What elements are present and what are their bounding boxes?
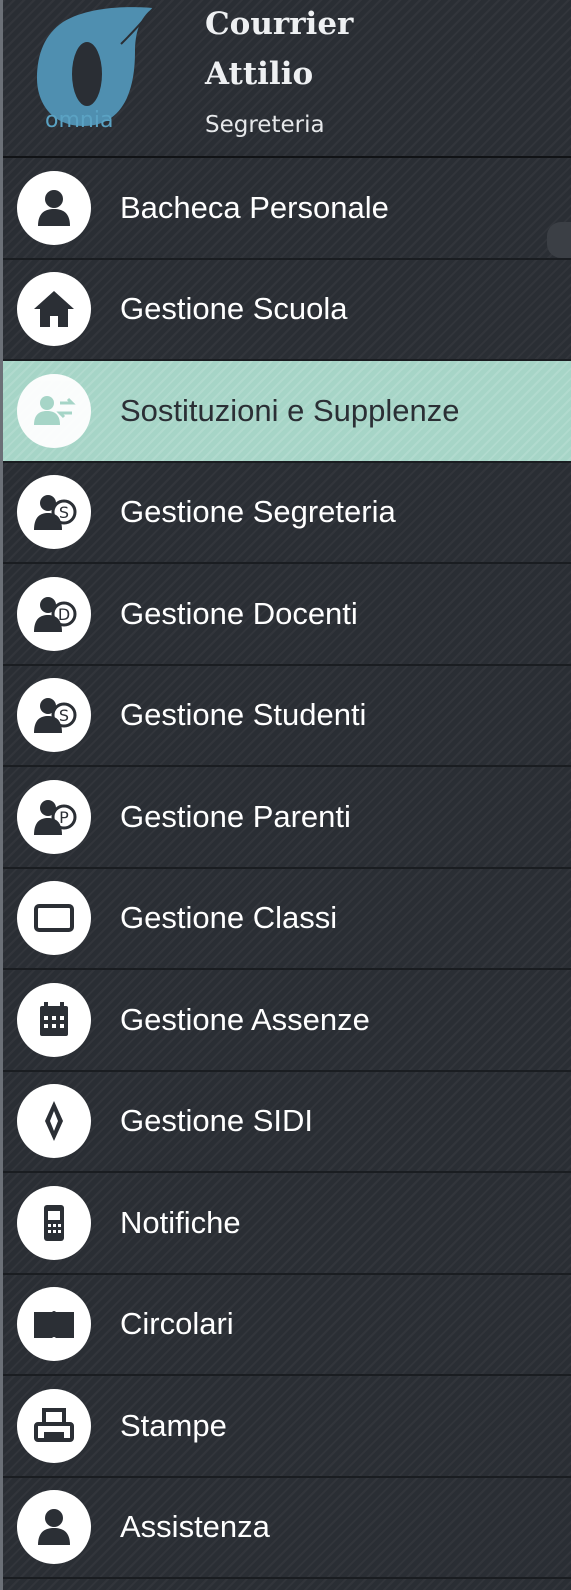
home-icon (17, 272, 91, 347)
menu-label: Gestione SIDI (120, 1103, 313, 1139)
user-last-name: Attilio (205, 56, 314, 92)
menu-item-gestione-segreteria[interactable]: S Gestione Segreteria (3, 463, 571, 564)
printer-icon (17, 1388, 91, 1463)
menu-item-gestione-studenti[interactable]: S Gestione Studenti (3, 666, 571, 767)
menu-label: Bacheca Personale (120, 189, 389, 225)
logo-text: omnia (45, 108, 114, 133)
menu-item-stampe[interactable]: Stampe (3, 1376, 571, 1478)
support-user-icon (17, 1490, 91, 1565)
menu-item-assistenza[interactable]: Assistenza (3, 1478, 571, 1579)
menu-item-gestione-assenze[interactable]: Gestione Assenze (3, 970, 571, 1072)
menu-label: Notifiche (120, 1204, 241, 1240)
menu-item-gestione-docenti[interactable]: D Gestione Docenti (3, 564, 571, 666)
scroll-handle[interactable] (547, 222, 571, 258)
user-p-icon: P (17, 779, 91, 854)
menu-item-notifiche[interactable]: Notifiche (3, 1173, 571, 1275)
menu-label: Gestione Docenti (120, 595, 358, 631)
user-s-icon: S (17, 678, 91, 753)
user-first-name: Courrier (205, 6, 354, 42)
calendar-icon (17, 982, 91, 1057)
menu-label: Sostituzioni e Supplenze (120, 392, 460, 428)
classroom-icon (17, 881, 91, 956)
sidebar: omnia Courrier Attilio Segreteria Bachec… (0, 0, 571, 1590)
book-icon (17, 1287, 91, 1362)
user-role: Segreteria (205, 112, 325, 138)
menu-item-circolari[interactable]: Circolari (3, 1275, 571, 1376)
menu-label: Circolari (120, 1306, 234, 1342)
phone-icon (17, 1185, 91, 1260)
compass-icon (17, 1084, 91, 1159)
user-icon (17, 170, 91, 245)
menu-label: Gestione Parenti (120, 798, 351, 834)
menu-item-gestione-parenti[interactable]: P Gestione Parenti (3, 767, 571, 869)
menu-label: Gestione Classi (120, 900, 338, 936)
menu-item-sostituzioni-supplenze[interactable]: Sostituzioni e Supplenze (3, 361, 571, 463)
svg-text:S: S (59, 503, 69, 522)
main-menu: Bacheca Personale Gestione Scuola Sostit… (3, 158, 571, 1579)
menu-item-gestione-classi[interactable]: Gestione Classi (3, 869, 571, 970)
menu-label: Gestione Segreteria (120, 494, 396, 530)
svg-text:S: S (59, 706, 69, 725)
swap-users-icon (17, 373, 91, 448)
svg-text:D: D (58, 605, 70, 624)
menu-label: Gestione Scuola (120, 291, 348, 327)
svg-text:P: P (59, 808, 69, 827)
menu-item-gestione-scuola[interactable]: Gestione Scuola (3, 260, 571, 361)
menu-label: Gestione Studenti (120, 697, 367, 733)
user-s-icon: S (17, 475, 91, 550)
user-d-icon: D (17, 576, 91, 651)
menu-label: Stampe (120, 1407, 227, 1443)
menu-item-gestione-sidi[interactable]: Gestione SIDI (3, 1072, 571, 1173)
menu-label: Gestione Assenze (120, 1001, 370, 1037)
menu-item-bacheca-personale[interactable]: Bacheca Personale (3, 158, 571, 260)
menu-label: Assistenza (120, 1509, 270, 1545)
user-header: omnia Courrier Attilio Segreteria (3, 0, 571, 158)
